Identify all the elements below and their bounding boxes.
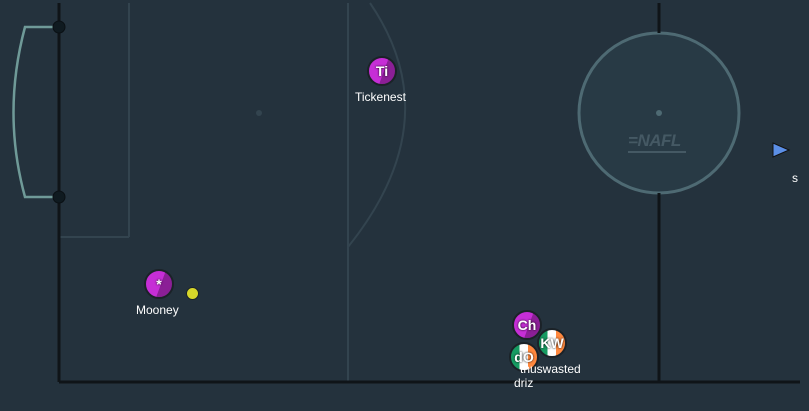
player-initials: KW [540,335,564,351]
player-name-mooney: Mooney [136,303,179,317]
player-name-driz: driz [514,376,534,390]
side-marker-label: s [792,171,798,185]
player-initials: * [156,276,162,292]
play-arrow-icon[interactable] [771,141,791,159]
player-initials: Ch [517,317,537,333]
player-initials: Ti [375,63,389,79]
player-name-tickenest: Tickenest [355,90,406,104]
ball [186,287,199,300]
pitch [12,2,800,384]
league-logo: =NAFL [628,131,688,153]
arc-line [347,2,407,248]
goal-post-top [52,20,66,34]
player-token-mooney[interactable]: * [144,269,174,299]
logo-text: NAFL [637,131,681,150]
penalty-spot [256,110,262,116]
logo-underline [628,151,686,153]
goal-net [12,25,59,199]
player-token-thuswasted[interactable]: KW [537,328,567,358]
centre-spot [656,110,662,116]
player-token-tickenest[interactable]: Ti [367,56,397,86]
goal-post-bottom [52,190,66,204]
player-name-thuswasted: thuswasted [520,362,581,376]
